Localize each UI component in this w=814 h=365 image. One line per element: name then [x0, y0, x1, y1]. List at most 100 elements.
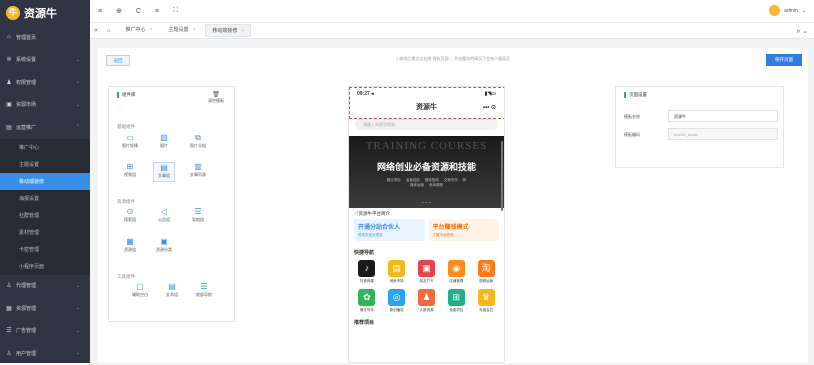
sidebar-item[interactable]: ▤ 运营推广 ⌃ [0, 116, 90, 139]
component-item[interactable]: ▣ 资源分类 [153, 237, 175, 257]
sidebar-item-label: 资源管理 [16, 305, 37, 312]
list-icon[interactable]: ≡ [155, 8, 159, 15]
component-item[interactable]: ▭ 图片轮播 [119, 133, 141, 153]
component-icon: ☰ [200, 282, 208, 291]
tab-item[interactable]: 移动端装修 × [205, 24, 252, 37]
user-menu[interactable]: admin ⌄ [769, 5, 806, 16]
quick-nav-label: 店铺管理 [449, 279, 464, 283]
quick-nav-icon: ◎ [388, 289, 406, 306]
template-name-field[interactable]: 资源牛 [668, 110, 778, 122]
sidebar-sub-item[interactable]: 推广中心 [0, 139, 90, 156]
component-item[interactable]: ⊞ 视频组 [119, 162, 141, 182]
sidebar-item[interactable]: ♟ 权限管理 ⌄ [0, 71, 90, 94]
component-item[interactable]: ▤ 文章组 [153, 162, 175, 182]
component-label: 资源组 [124, 247, 136, 252]
home-tab-icon[interactable]: ⌂ [103, 28, 115, 34]
chevron-icon: ⌄ [75, 282, 80, 289]
component-label: 文章列表 [190, 172, 206, 177]
sidebar-sub-item[interactable]: 主题设置 [0, 156, 90, 173]
refresh-icon[interactable]: C [136, 8, 141, 15]
close-icon[interactable]: × [150, 24, 153, 37]
quick-nav-icon: ▣ [417, 260, 435, 277]
quick-nav-label: 视频运营 [479, 279, 494, 283]
sidebar-item[interactable]: ▣ 资源市场 ⌄ [0, 94, 90, 117]
fullscreen-icon[interactable]: ⛶ [173, 7, 178, 15]
tab-item[interactable]: 主题设置 × [162, 24, 201, 37]
quick-nav-item[interactable]: ♪ 抖音网课 [352, 260, 382, 284]
quick-nav-item[interactable]: ♛ 年度会员 [471, 289, 501, 313]
quick-nav-item[interactable]: ⊞ 免费项目 [441, 289, 471, 313]
component-label: 文章组 [158, 173, 170, 178]
phone-title: 资源牛 [416, 104, 437, 111]
component-item[interactable]: ⧉ 图片分组 [187, 133, 209, 153]
component-icon: ⊞ [126, 162, 134, 171]
promo-partner[interactable]: 开通分站合伙人 低成本创业项目 [354, 219, 425, 241]
sidebar-item[interactable]: ⌂ 管理首页 [0, 26, 90, 49]
website-icon[interactable]: ⊕ [116, 7, 122, 15]
quick-nav-item[interactable]: ▤ 闲鱼市场 [382, 260, 412, 284]
component-item[interactable]: ☰ 导航组 [187, 207, 209, 227]
section-tools: 工具组件 [117, 274, 135, 279]
promo-earn[interactable]: 平台赚钱模式 了解平台规则 [428, 219, 499, 241]
phone-banner[interactable]: TRAINING COURSES 网络创业必备资源和技能 副业项目 运营技能 赚… [349, 136, 504, 208]
sidebar-item-label: 代理管理 [16, 283, 37, 290]
component-item[interactable]: ☰ 底部导航 [193, 282, 215, 302]
sidebar-sub-item[interactable]: 移动端装修 [0, 172, 90, 190]
sidebar-sub-item[interactable]: 社群管理 [0, 207, 90, 224]
close-icon[interactable]: × [241, 25, 244, 36]
component-item[interactable]: ▢ 辅助空白 [129, 282, 151, 302]
sidebar-item-label: 资源市场 [16, 102, 37, 109]
banner-indicator: ━ ━ ━ [421, 200, 432, 205]
component-item[interactable]: ⊙ 搜索组 [119, 207, 141, 227]
phone-scrollbar[interactable] [501, 141, 503, 211]
sidebar-item[interactable]: ☰ 广告管理 ⌄ [0, 320, 90, 343]
sidebar-sub-item[interactable]: 海报设置 [0, 190, 90, 207]
menu-toggle-icon[interactable]: ≡ [98, 8, 102, 15]
sidebar-item[interactable]: ✲ 系统设置 ⌄ [0, 49, 90, 72]
logo[interactable]: 牛 资源牛 [0, 0, 90, 26]
top-bar: ≡ ⊕ C ≡ ⛶ admin ⌄ [90, 0, 814, 22]
component-item[interactable]: ◁ 公告组 [153, 207, 175, 227]
component-label: 辅助空白 [132, 292, 148, 297]
sidebar-item[interactable]: ▦ 资源管理 ⌄ [0, 297, 90, 320]
quick-nav-item[interactable]: ▣ 朋友打卡 [412, 260, 442, 284]
component-label: 公告组 [158, 217, 170, 222]
clear-template-button[interactable]: 🗑 清空模板 [206, 91, 226, 104]
tabs-back-icon[interactable]: « [94, 27, 98, 34]
component-icon: ◁ [160, 207, 168, 216]
component-item[interactable]: ▤ 文本组 [161, 282, 183, 302]
sidebar-item[interactable]: ♙ 代理管理 ⌄ [0, 275, 90, 298]
component-icon: ▨ [160, 133, 168, 142]
phone-title-bar: 资源牛 ••• ⊙ [349, 101, 504, 115]
banner-tags: 副业项目 运营技能 赚钱指南 文案写作 新媒体运营 电商课程 [386, 178, 467, 187]
close-icon[interactable]: × [192, 24, 195, 37]
quick-nav-label: 免费项目 [449, 308, 464, 312]
editor-card: 返回 1.修改后需点击右侧"保存页面"，开启缓存的情况下会有少量延迟 保存页面 … [98, 48, 808, 363]
phone-search-input[interactable]: 请输入关键字搜索 [355, 119, 498, 130]
component-item[interactable]: ▨ 图片 [153, 133, 175, 153]
sidebar-item-icon: ♟ [6, 79, 12, 86]
sidebar-sub-item[interactable]: 小程序页面 [0, 258, 90, 275]
quick-nav-item[interactable]: ✿ 爆文写作 [352, 289, 382, 313]
tabs-more-icon[interactable]: » ⌄ [796, 27, 808, 35]
sidebar-item-icon: ✲ [6, 57, 12, 64]
sidebar-item-label: 权限管理 [16, 79, 37, 86]
quick-nav-item[interactable]: 淘视频运营 [471, 260, 501, 284]
sidebar-sub-item[interactable]: 卡密管理 [0, 241, 90, 258]
quick-nav-item[interactable]: ◎ 新创播放 [382, 289, 412, 313]
component-item[interactable]: ▦ 资源组 [119, 237, 141, 257]
quick-nav-title: 快捷导航 [354, 250, 375, 256]
quick-nav-item[interactable]: ◉ 店铺管理 [441, 260, 471, 284]
template-code-field[interactable]: mobile_home [668, 128, 778, 140]
component-icon: ▭ [126, 133, 134, 142]
chevron-icon: ⌄ [75, 79, 80, 86]
save-page-button[interactable]: 保存页面 [766, 54, 802, 66]
component-label: 图片 [160, 143, 168, 148]
phone-notice[interactable]: ◁资源牛平台简介 [349, 208, 504, 219]
quick-nav-item[interactable]: ♟ 人脉资源 [412, 289, 442, 313]
sidebar-item[interactable]: ♙ 用户管理 ⌄ [0, 342, 90, 365]
tab-item[interactable]: 推广中心 × [120, 24, 159, 37]
component-item[interactable]: ▥ 文章列表 [187, 162, 209, 182]
quick-nav-label: 人脉资源 [419, 308, 434, 312]
sidebar-sub-item[interactable]: 素材管理 [0, 224, 90, 241]
